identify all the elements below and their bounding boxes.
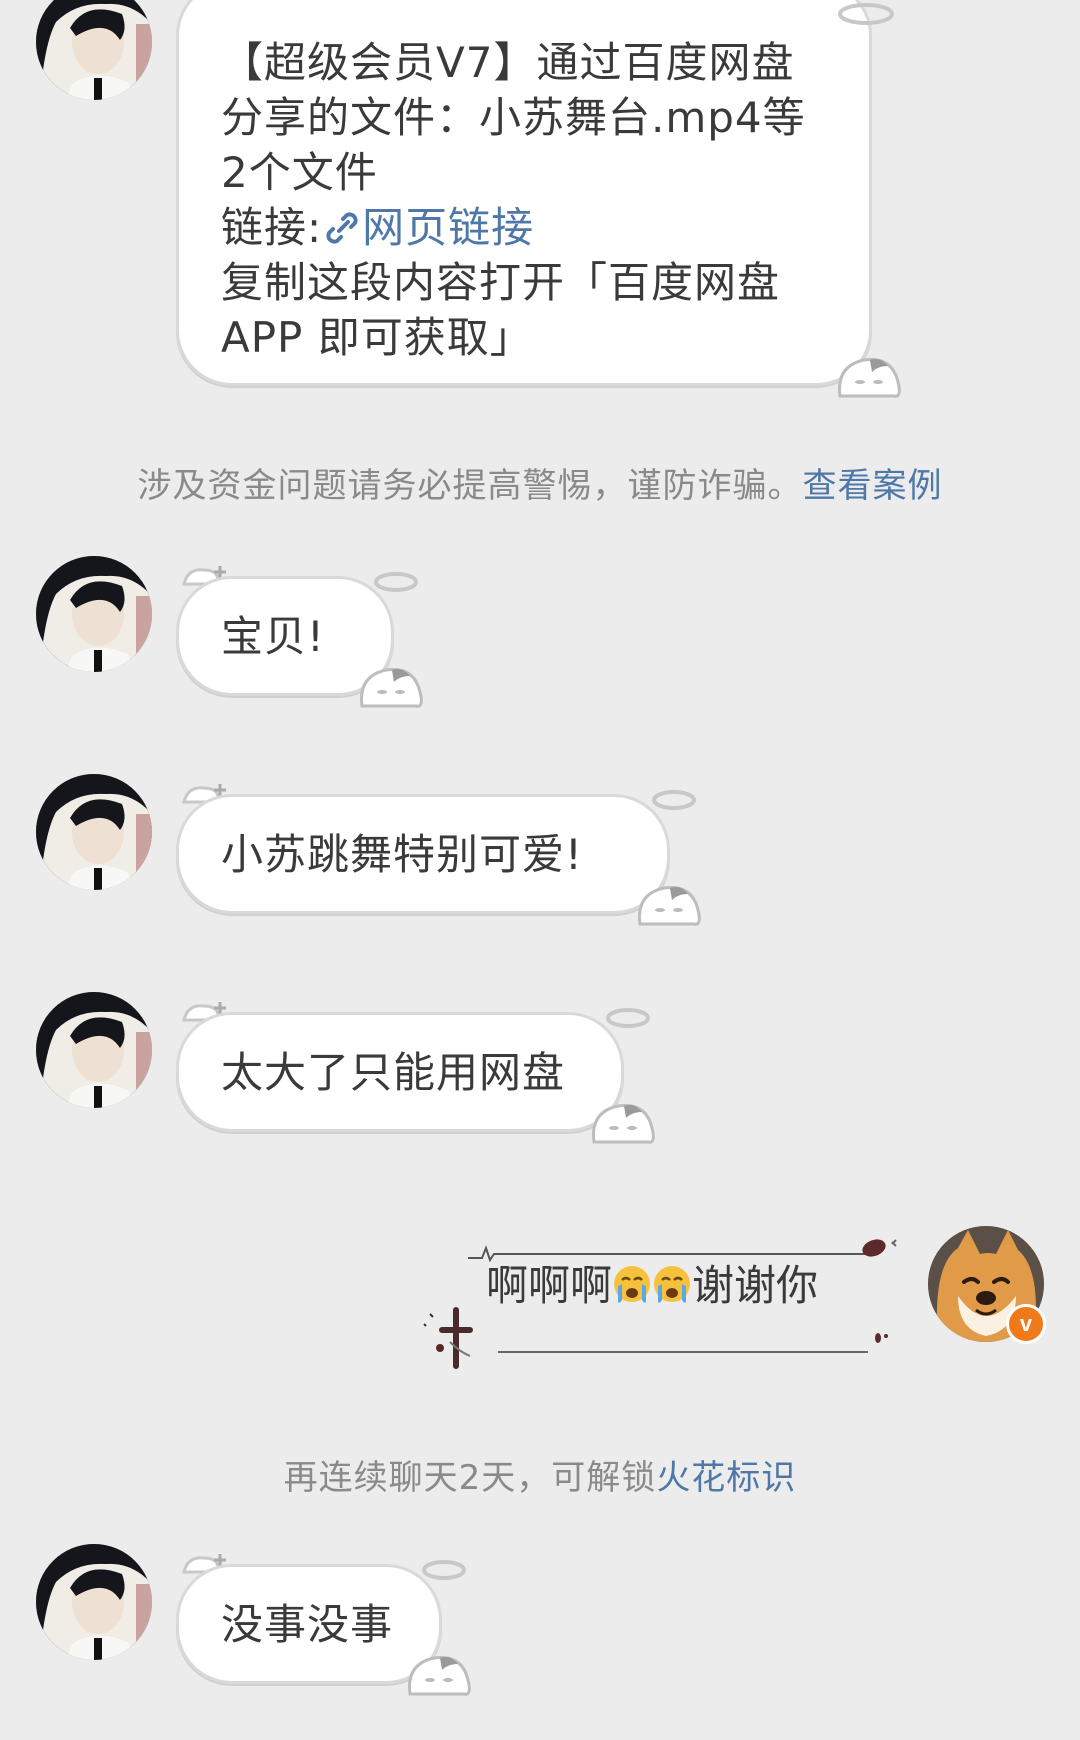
spark-badge-link[interactable]: 火花标识 xyxy=(656,1458,796,1498)
verified-v-badge: v xyxy=(1006,1304,1046,1344)
link-icon xyxy=(322,206,362,246)
contact-avatar[interactable] xyxy=(36,0,152,100)
link-prefix: 链接: xyxy=(221,203,323,252)
halo-decoration xyxy=(836,2,896,30)
web-link[interactable]: 网页链接 xyxy=(362,203,534,252)
leaf-decoration xyxy=(858,1234,902,1268)
message-link-line: 链接: 网页链接 xyxy=(221,200,833,255)
message-text: 太大了只能用网盘 xyxy=(221,1048,566,1097)
dripping-cross-decoration xyxy=(420,1302,490,1376)
message-text: 没事没事 xyxy=(221,1600,394,1649)
spark-unlock-notice: 再连续聊天2天，可解锁火花标识 xyxy=(0,1450,1080,1499)
contact-avatar[interactable] xyxy=(36,992,152,1108)
message-bubble-share-link[interactable]: 【超级会员V7】通过百度网盘 分享的文件：小苏舞台.mp4等 2个文件 链接: … xyxy=(176,0,872,386)
message-text-line: 复制这段内容打开「百度网盘 xyxy=(221,258,781,307)
message-text-line: 分享的文件：小苏舞台.mp4等 xyxy=(221,93,806,142)
halo-decoration xyxy=(420,1558,470,1586)
contact-avatar[interactable] xyxy=(36,556,152,672)
halo-decoration xyxy=(604,1006,654,1034)
warning-text: 涉及资金问题请务必提高警惕，谨防诈骗。 xyxy=(137,466,803,506)
message-text-line: 【超级会员V7】通过百度网盘 xyxy=(221,38,795,87)
outgoing-message-text: 啊啊啊 谢谢你 xyxy=(486,1256,818,1316)
fraud-warning-notice: 涉及资金问题请务必提高警惕，谨防诈骗。查看案例 xyxy=(0,458,1080,507)
message-bubble[interactable]: 太大了只能用网盘 xyxy=(176,1012,624,1132)
spark-text: 再连续聊天2天，可解锁 xyxy=(283,1458,657,1498)
message-bubble[interactable]: 没事没事 xyxy=(176,1564,442,1684)
crying-face-icon xyxy=(652,1262,692,1306)
contact-avatar[interactable] xyxy=(36,774,152,890)
drip-decoration xyxy=(872,1326,892,1350)
cat-ghost-decoration xyxy=(588,1098,658,1150)
message-text: 小苏跳舞特别可爱! xyxy=(221,830,583,879)
cat-ghost-decoration xyxy=(834,352,904,404)
message-text-suffix: 谢谢你 xyxy=(692,1261,819,1310)
underline-decoration xyxy=(498,1340,868,1359)
outgoing-message-bubble[interactable]: 啊啊啊 谢谢你 xyxy=(472,1250,862,1342)
contact-avatar[interactable] xyxy=(36,1544,152,1660)
message-bubble[interactable]: 小苏跳舞特别可爱! xyxy=(176,794,670,914)
message-text-line: APP 即可获取」 xyxy=(221,313,533,362)
view-cases-link[interactable]: 查看案例 xyxy=(803,466,943,506)
cat-ghost-decoration xyxy=(404,1650,474,1702)
cat-ghost-decoration xyxy=(634,880,704,932)
message-text: 宝贝! xyxy=(221,612,325,661)
message-text-line: 2个文件 xyxy=(221,148,378,197)
message-text-prefix: 啊啊啊 xyxy=(486,1261,613,1310)
crying-face-icon xyxy=(612,1262,652,1306)
halo-decoration xyxy=(650,788,700,816)
cat-ghost-decoration xyxy=(356,662,426,714)
halo-decoration xyxy=(372,570,422,598)
